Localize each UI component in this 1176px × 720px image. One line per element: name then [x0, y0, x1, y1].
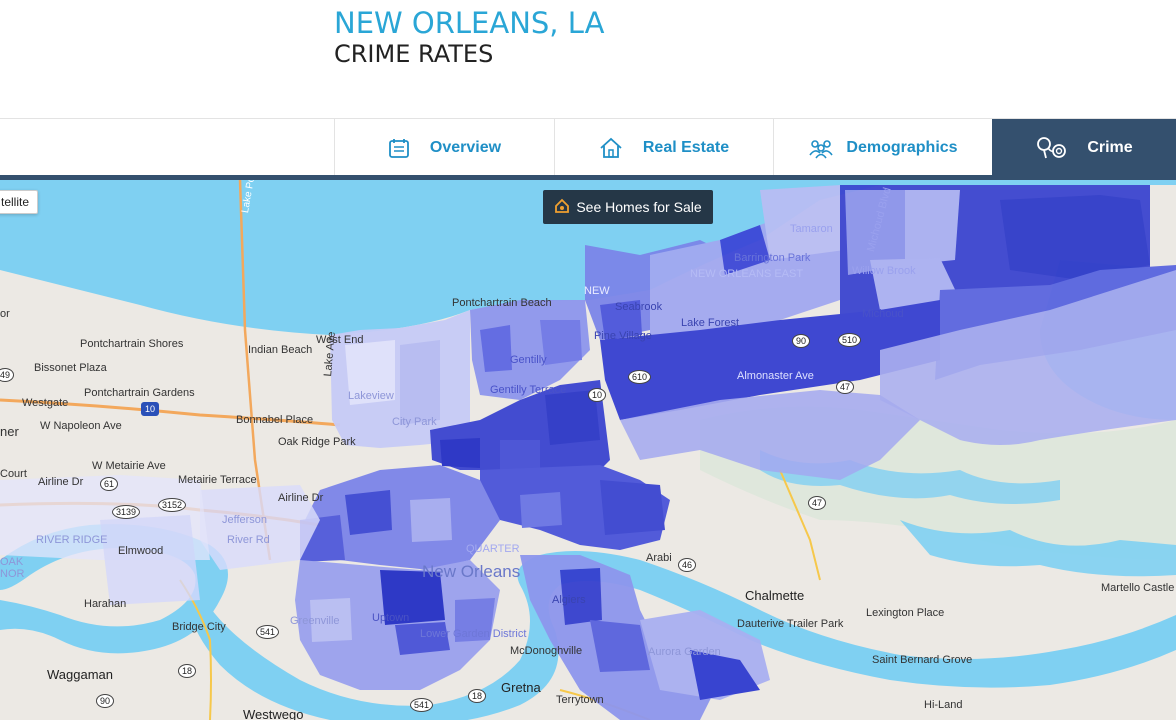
label-elmwood: Elmwood	[118, 545, 164, 557]
label-pontchartrain-gardens: Pontchartrain Gardens	[84, 387, 195, 399]
label-almonaster-ave: Almonaster Ave	[737, 370, 814, 382]
label-chalmette: Chalmette	[745, 588, 805, 603]
tab-bar: Overview Real Estate Demographics Crime	[0, 118, 1176, 176]
label-algiers: Algiers	[552, 594, 586, 606]
tab-real-estate-label: Real Estate	[642, 138, 730, 156]
label-gentilly: Gentilly	[510, 354, 547, 366]
label-w-metairie-ave: W Metairie Ave	[92, 460, 166, 472]
label-westwego: Westwego	[243, 707, 304, 720]
handcuffs-icon	[1035, 135, 1069, 161]
label-arabi: Arabi	[646, 552, 672, 564]
label-lake-forest: Lake Forest	[681, 317, 740, 329]
highway-shield: 47	[836, 380, 855, 394]
interstate-shield: 10	[141, 402, 160, 416]
highway-shield: 90	[792, 334, 811, 348]
see-homes-label: See Homes for Sale	[576, 199, 702, 215]
label-barrington-park: Barrington Park	[734, 252, 811, 264]
label-jefferson: Jefferson	[222, 514, 268, 526]
highway-shield: 61	[100, 477, 119, 491]
calendar-icon	[388, 137, 410, 159]
label-new-orleans: New Orleans	[422, 562, 521, 581]
label-pine-village: Pine Village	[594, 330, 652, 342]
label-aurora-gardens: Aurora Garden	[648, 646, 721, 658]
interstate-shield: 510	[838, 333, 862, 347]
label-uptown: Uptown	[372, 612, 410, 624]
label-seabrook: Seabrook	[615, 301, 663, 313]
label-michoud: Michoud	[862, 308, 904, 320]
tab-demographics-label: Demographics	[846, 138, 958, 156]
label-lower-garden-district: Lower Garden District	[420, 628, 527, 640]
label-gretna: Gretna	[501, 680, 541, 695]
label-indian-beach: Indian Beach	[248, 344, 313, 356]
highway-shield: 541	[256, 625, 280, 639]
label-river-ridge: RIVER RIDGE	[36, 534, 108, 546]
label-west-end: West End	[316, 334, 364, 346]
label-terrytown: Terrytown	[556, 694, 604, 706]
label-new: NEW	[584, 285, 610, 297]
interstate-shield: 610	[628, 370, 652, 384]
label-pontchartrain-beach: Pontchartrain Beach	[452, 297, 552, 309]
label-bissonet-plaza: Bissonet Plaza	[34, 362, 107, 374]
city-title: NEW ORLEANS, LA	[334, 6, 605, 40]
label-gentilly-terrace: Gentilly Terrace	[490, 384, 567, 396]
label-airline-dr: Airline Dr	[38, 476, 84, 488]
label-court: Court	[0, 468, 27, 480]
highway-shield: 18	[468, 689, 487, 703]
highway-shield: 3152	[158, 498, 187, 512]
page-subtitle: CRIME RATES	[334, 40, 494, 68]
label-willow-brook: Willow Brook	[852, 265, 916, 277]
map-canvas	[0, 180, 1176, 720]
label-nor: NOR	[0, 568, 25, 580]
people-icon	[808, 137, 834, 159]
label-bridge-city: Bridge City	[172, 621, 226, 633]
highway-shield: 46	[678, 558, 697, 572]
label-martello-castle: Martello Castle	[1101, 582, 1175, 594]
label-saint-bernard-grove: Saint Bernard Grove	[872, 654, 973, 666]
tab-real-estate[interactable]: Real Estate	[554, 119, 773, 176]
page-header: NEW ORLEANS, LA CRIME RATES	[0, 0, 1176, 118]
label-oak: OAK	[0, 556, 24, 568]
label-lexington-place: Lexington Place	[866, 607, 945, 619]
label-oak-ridge-park: Oak Ridge Park	[278, 436, 356, 448]
label-westgate: Westgate	[22, 397, 69, 409]
label-or: or	[0, 308, 10, 320]
highway-shield: 90	[96, 694, 115, 708]
label-city-park: City Park	[392, 416, 437, 428]
tab-demographics[interactable]: Demographics	[773, 119, 992, 176]
tab-crime[interactable]: Crime	[992, 119, 1176, 176]
highway-shield: 18	[178, 664, 197, 678]
label-ner: ner	[0, 424, 19, 439]
label-quarter: QUARTER	[466, 543, 520, 555]
label-greenville: Greenville	[290, 615, 340, 627]
highway-shield: 3139	[112, 505, 141, 519]
highway-shield: 47	[808, 496, 827, 510]
label-lakeview: Lakeview	[348, 390, 394, 402]
house-tag-icon	[554, 198, 570, 217]
label-mcdonoghville: McDonoghville	[510, 645, 583, 657]
crime-map[interactable]: Pontchartrain Beach Lake Pontchartrain C…	[0, 180, 1176, 720]
see-homes-for-sale-button[interactable]: See Homes for Sale	[543, 190, 713, 224]
interstate-shield: 10	[588, 388, 607, 402]
label-hi-land: Hi-Land	[924, 699, 963, 711]
label-waggaman: Waggaman	[47, 667, 113, 682]
tab-overview-label: Overview	[429, 138, 502, 156]
satellite-toggle-button[interactable]: tellite	[0, 190, 38, 214]
label-tamaron: Tamaron	[790, 223, 833, 235]
tab-overview[interactable]: Overview	[334, 119, 554, 176]
label-w-napoleon-ave: W Napoleon Ave	[40, 420, 122, 432]
label-new-orleans-east: NEW ORLEANS EAST	[690, 268, 804, 280]
highway-shield: 541	[410, 698, 434, 712]
label-harahan: Harahan	[84, 598, 127, 610]
tab-crime-label: Crime	[1087, 138, 1133, 156]
label-pontchartrain-shores: Pontchartrain Shores	[80, 338, 184, 350]
label-bonnabel-place: Bonnabel Place	[236, 414, 314, 426]
label-metairie-terrace: Metairie Terrace	[178, 474, 257, 486]
label-dauterive-trailer-park: Dauterive Trailer Park	[737, 618, 844, 630]
house-icon	[599, 137, 623, 159]
label-airline-dr-2: Airline Dr	[278, 492, 324, 504]
label-river-rd: River Rd	[227, 534, 270, 546]
